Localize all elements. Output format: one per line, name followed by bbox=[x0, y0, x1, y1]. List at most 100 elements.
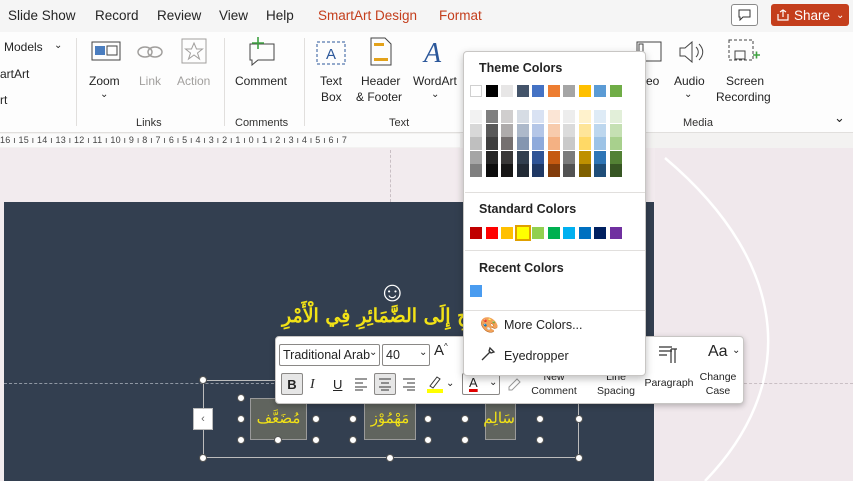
resize-handle[interactable] bbox=[424, 436, 432, 444]
paragraph-button[interactable]: Paragraph bbox=[639, 377, 699, 389]
theme-shade-swatch[interactable] bbox=[563, 123, 575, 137]
theme-shade-swatch[interactable] bbox=[532, 110, 544, 123]
theme-color-swatch[interactable] bbox=[470, 85, 482, 97]
tab-help[interactable]: Help bbox=[266, 8, 294, 23]
theme-shade-swatch[interactable] bbox=[563, 164, 575, 177]
collapse-ribbon-icon[interactable]: ⌄ bbox=[834, 110, 845, 126]
resize-handle[interactable] bbox=[237, 415, 245, 423]
text-box-label-2[interactable]: Box bbox=[321, 90, 342, 104]
smartart-shape-2[interactable]: مَهْمُوْز bbox=[364, 398, 416, 440]
theme-shade-swatch[interactable] bbox=[516, 110, 529, 123]
italic-button[interactable]: I bbox=[310, 377, 315, 393]
comment-button[interactable]: Comment bbox=[235, 74, 287, 88]
resize-handle[interactable] bbox=[461, 436, 469, 444]
eyedropper-item[interactable]: Eyedropper bbox=[504, 349, 569, 363]
theme-shade-swatch[interactable] bbox=[578, 123, 591, 137]
theme-shade-swatch[interactable] bbox=[470, 164, 482, 177]
tab-record[interactable]: Record bbox=[95, 8, 139, 23]
theme-color-swatch[interactable] bbox=[563, 85, 575, 97]
resize-handle[interactable] bbox=[575, 454, 583, 462]
more-colors-item[interactable]: More Colors... bbox=[504, 318, 583, 332]
share-button[interactable]: Share ⌄ bbox=[771, 4, 849, 26]
chevron-down-icon[interactable]: ⌄ bbox=[732, 345, 740, 356]
theme-shade-swatch[interactable] bbox=[609, 150, 622, 164]
standard-color-swatch[interactable] bbox=[470, 227, 482, 239]
recent-color-swatch[interactable] bbox=[470, 285, 482, 297]
increase-font-size-icon[interactable]: A^ bbox=[434, 342, 448, 359]
theme-shade-swatch[interactable] bbox=[609, 164, 622, 177]
theme-shade-swatch[interactable] bbox=[485, 137, 498, 150]
wordart-button[interactable]: WordArt bbox=[413, 74, 457, 88]
theme-shade-swatch[interactable] bbox=[609, 110, 622, 123]
theme-shade-swatch[interactable] bbox=[578, 110, 591, 123]
resize-handle[interactable] bbox=[349, 415, 357, 423]
standard-color-swatch[interactable] bbox=[547, 227, 560, 239]
highlighter-icon[interactable] bbox=[426, 374, 444, 394]
paragraph-icon[interactable] bbox=[657, 344, 681, 364]
theme-shade-swatch[interactable] bbox=[532, 150, 544, 164]
theme-color-swatch[interactable] bbox=[547, 85, 560, 97]
tab-slide-show[interactable]: Slide Show bbox=[8, 8, 76, 23]
resize-handle[interactable] bbox=[237, 394, 245, 402]
standard-color-swatch[interactable] bbox=[485, 227, 498, 239]
font-name-field[interactable]: Traditional Arab bbox=[279, 344, 380, 366]
theme-shade-swatch[interactable] bbox=[532, 164, 544, 177]
smartart-shape-1[interactable]: مُضَعَّف bbox=[250, 398, 307, 440]
theme-shade-swatch[interactable] bbox=[547, 123, 560, 137]
screen-recording-label-2[interactable]: Recording bbox=[716, 90, 771, 104]
theme-shade-swatch[interactable] bbox=[563, 110, 575, 123]
theme-shade-swatch[interactable] bbox=[547, 150, 560, 164]
resize-handle[interactable] bbox=[312, 415, 320, 423]
resize-handle[interactable] bbox=[536, 415, 544, 423]
screen-recording-label-1[interactable]: Screen bbox=[726, 74, 764, 88]
chevron-down-icon[interactable]: ⌄ bbox=[100, 89, 108, 100]
theme-color-swatch[interactable] bbox=[532, 85, 544, 97]
theme-shade-swatch[interactable] bbox=[532, 123, 544, 137]
smartart-text-pane-toggle[interactable]: ‹ bbox=[193, 408, 213, 430]
theme-shade-swatch[interactable] bbox=[501, 110, 513, 123]
theme-shade-swatch[interactable] bbox=[470, 110, 482, 123]
resize-handle[interactable] bbox=[386, 454, 394, 462]
theme-shade-swatch[interactable] bbox=[578, 164, 591, 177]
theme-shade-swatch[interactable] bbox=[516, 123, 529, 137]
resize-handle[interactable] bbox=[349, 436, 357, 444]
resize-handle[interactable] bbox=[199, 454, 207, 462]
tab-review[interactable]: Review bbox=[157, 8, 201, 23]
theme-shade-swatch[interactable] bbox=[470, 150, 482, 164]
resize-handle[interactable] bbox=[312, 436, 320, 444]
header-footer-label-1[interactable]: Header bbox=[361, 74, 400, 88]
theme-color-swatch[interactable] bbox=[594, 85, 606, 97]
theme-shade-swatch[interactable] bbox=[516, 164, 529, 177]
change-case-label-1[interactable]: Change bbox=[694, 371, 742, 383]
theme-shade-swatch[interactable] bbox=[470, 137, 482, 150]
standard-color-swatch[interactable] bbox=[563, 227, 575, 239]
theme-color-swatch[interactable] bbox=[609, 85, 622, 97]
theme-shade-swatch[interactable] bbox=[501, 123, 513, 137]
theme-color-swatch[interactable] bbox=[485, 85, 498, 97]
underline-button[interactable]: U bbox=[333, 377, 342, 392]
resize-handle[interactable] bbox=[199, 376, 207, 384]
tab-smartart-design[interactable]: SmartArt Design bbox=[318, 8, 417, 23]
chevron-down-icon[interactable]: ⌄ bbox=[419, 347, 427, 358]
resize-handle[interactable] bbox=[461, 415, 469, 423]
format-painter-icon[interactable] bbox=[506, 375, 522, 391]
new-comment-label-2[interactable]: Comment bbox=[529, 385, 579, 397]
video-button[interactable]: eo bbox=[646, 74, 659, 88]
standard-color-swatch[interactable] bbox=[609, 227, 622, 239]
audio-button[interactable]: Audio bbox=[674, 74, 705, 88]
ribbon-smartart[interactable]: artArt bbox=[0, 67, 29, 81]
line-spacing-label-2[interactable]: Spacing bbox=[594, 385, 638, 397]
standard-color-swatch[interactable] bbox=[594, 227, 606, 239]
chevron-down-icon[interactable]: ⌄ bbox=[446, 378, 454, 389]
standard-color-swatch[interactable] bbox=[501, 227, 513, 239]
smartart-shape-3[interactable]: سَالِم bbox=[483, 398, 516, 440]
theme-color-swatch[interactable] bbox=[578, 85, 591, 97]
theme-color-swatch[interactable] bbox=[501, 85, 513, 97]
theme-shade-swatch[interactable] bbox=[501, 137, 513, 150]
theme-shade-swatch[interactable] bbox=[485, 164, 498, 177]
theme-shade-swatch[interactable] bbox=[516, 150, 529, 164]
theme-shade-swatch[interactable] bbox=[501, 164, 513, 177]
standard-color-swatch[interactable] bbox=[532, 227, 544, 239]
resize-handle[interactable] bbox=[424, 415, 432, 423]
change-case-icon[interactable]: Aa bbox=[708, 343, 728, 361]
